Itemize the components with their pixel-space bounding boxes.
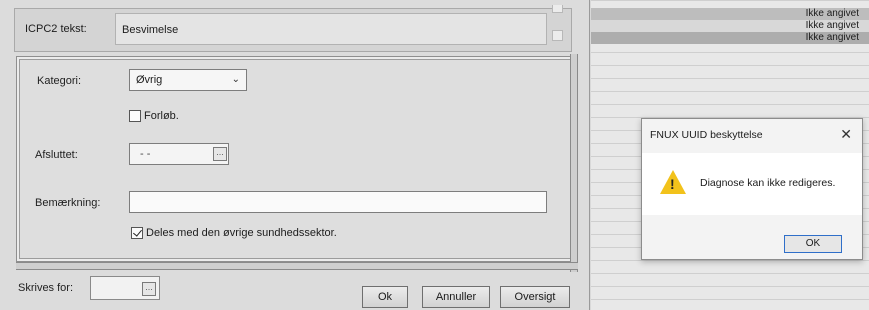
oversigt-label: Oversigt	[514, 291, 556, 303]
ok-button[interactable]: Ok	[362, 286, 408, 308]
annuller-button[interactable]: Annuller	[422, 286, 490, 308]
icpc-checkbox[interactable]	[552, 30, 563, 41]
list-item[interactable]: Ikke angivet	[591, 8, 869, 20]
kategori-value: Øvrig	[136, 74, 163, 86]
ok-label: Ok	[377, 291, 393, 303]
afsluttet-picker-button[interactable]: …	[213, 147, 227, 161]
chevron-down-icon: ⌄	[231, 74, 240, 85]
forloeb-checkbox-box[interactable]	[129, 110, 141, 122]
warning-icon-mark: !	[670, 176, 675, 192]
icpc-label: ICPC2 tekst:	[25, 23, 87, 35]
kategori-select[interactable]: Øvrig ⌄	[129, 69, 247, 91]
status-list: Ikke angivet Ikke angivet Ikke angivet	[591, 8, 869, 44]
panel-border-right	[570, 54, 578, 272]
message-box: FNUX UUID beskyttelse ✕ ! Diagnose kan i…	[641, 118, 863, 260]
close-icon[interactable]: ✕	[840, 126, 852, 143]
background-list: Ikke angivet Ikke angivet Ikke angivet F…	[591, 0, 869, 310]
details-panel: Kategori: Øvrig ⌄ Forløb. Afsluttet: - -…	[16, 56, 576, 262]
forloeb-label: Forløb.	[144, 110, 179, 122]
afsluttet-value: - -	[140, 148, 151, 160]
forloeb-checkbox[interactable]: Forløb.	[129, 110, 179, 122]
icpc-row: ICPC2 tekst: Besvimelse	[14, 5, 572, 52]
message-ok-label: OK	[805, 238, 821, 249]
bemaerkning-input[interactable]	[129, 191, 547, 213]
footer-bar: Skrives for: … Ok Annuller Oversigt	[14, 272, 584, 310]
kategori-label: Kategori:	[37, 75, 82, 87]
message-text: Diagnose kan ikke redigeres.	[700, 177, 836, 189]
afsluttet-label: Afsluttet:	[35, 149, 78, 161]
deles-label: Deles med den øvrige sundhedssektor.	[146, 227, 337, 239]
icpc-text-field[interactable]: Besvimelse	[115, 13, 547, 45]
deles-checkbox[interactable]: Deles med den øvrige sundhedssektor.	[131, 227, 337, 239]
message-box-title: FNUX UUID beskyttelse	[650, 129, 763, 141]
message-ok-button[interactable]: OK	[784, 235, 842, 253]
bemaerkning-label: Bemærkning:	[35, 197, 101, 209]
oversigt-button[interactable]: Oversigt	[500, 286, 570, 308]
message-box-body: ! Diagnose kan ikke redigeres.	[642, 153, 862, 215]
list-item[interactable]: Ikke angivet	[591, 32, 869, 44]
panel-border-bottom	[16, 262, 578, 270]
list-item[interactable]: Ikke angivet	[591, 20, 869, 32]
skrives-picker-button[interactable]: …	[142, 282, 156, 296]
annuller-label: Annuller	[435, 291, 477, 303]
diagnosis-dialog: ICPC2 tekst: Besvimelse Kategori: Øvrig …	[0, 0, 590, 310]
skrives-label: Skrives for:	[18, 282, 74, 294]
deles-checkbox-box[interactable]	[131, 227, 143, 239]
icpc-checkbox-top[interactable]	[552, 5, 563, 13]
